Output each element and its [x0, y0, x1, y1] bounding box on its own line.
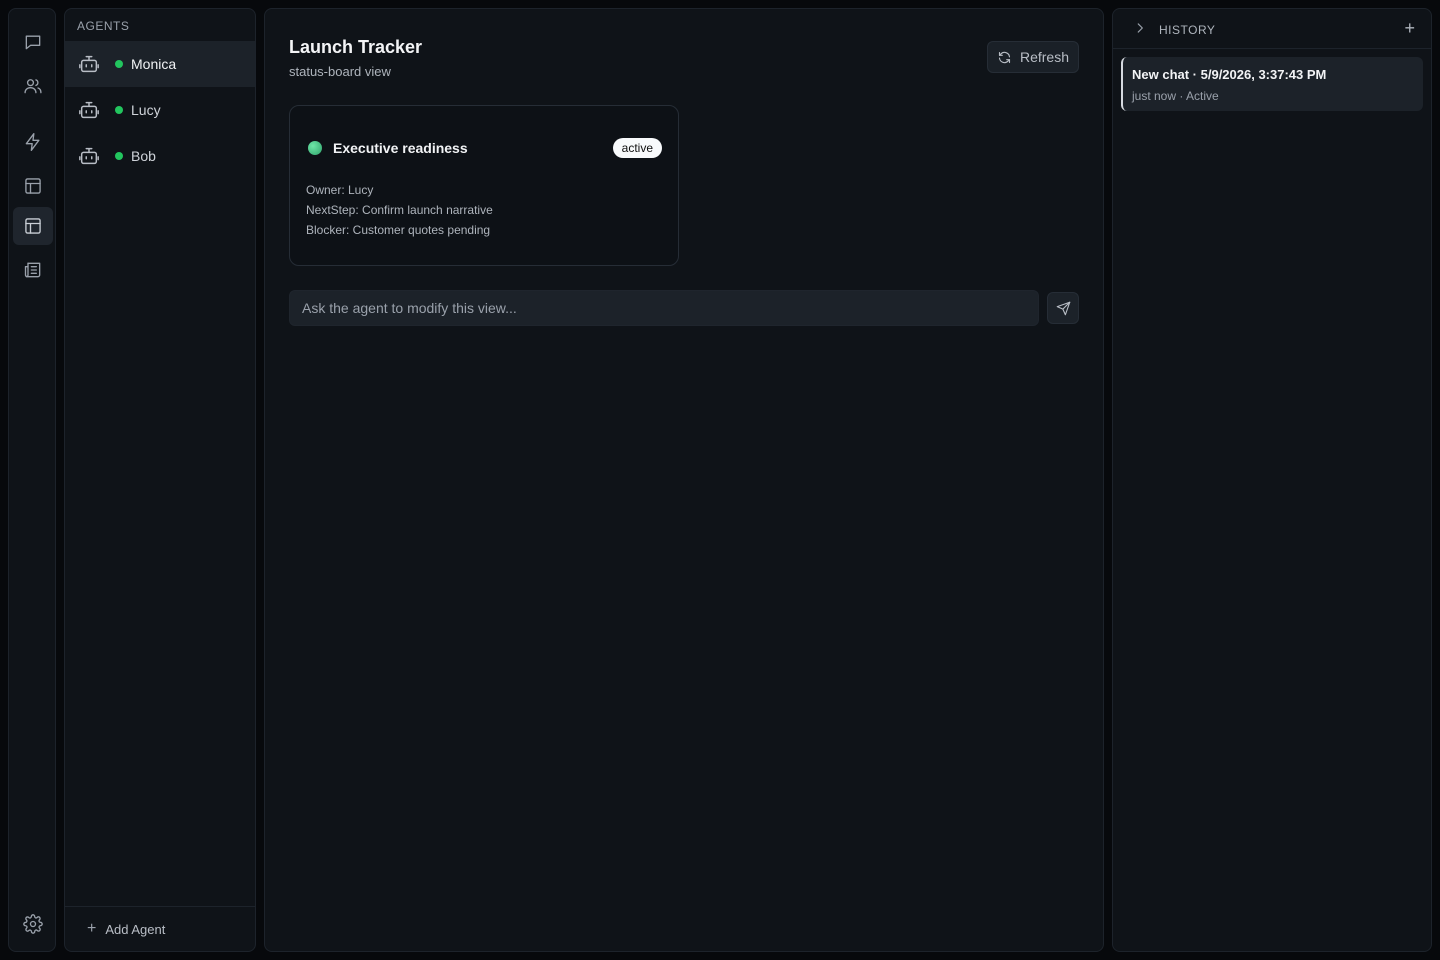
lightning-icon	[25, 133, 40, 151]
status-dot	[115, 60, 123, 68]
agent-item-bob[interactable]: Bob	[65, 133, 255, 179]
chat-icon	[25, 35, 41, 50]
send-button[interactable]	[1047, 292, 1079, 324]
status-card[interactable]: Executive readiness active Owner: Lucy N…	[289, 105, 679, 266]
history-item-title: New chat · 5/9/2026, 3:37:43 PM	[1132, 67, 1327, 82]
agents-panel: AGENTS Monica Lucy Bob + Add Agent	[64, 8, 256, 952]
users-icon	[24, 79, 42, 94]
newspaper-icon	[24, 262, 41, 278]
refresh-label: Refresh	[1019, 49, 1070, 65]
new-chat-button[interactable]: +	[1404, 18, 1415, 39]
layouts-nav-button[interactable]	[13, 167, 53, 205]
chat-nav-button[interactable]	[13, 23, 53, 61]
robot-icon	[79, 101, 99, 119]
page-title: Launch Tracker	[289, 37, 423, 57]
agent-name: Bob	[131, 148, 156, 164]
agent-name: Lucy	[131, 102, 161, 118]
status-indicator	[308, 141, 322, 155]
add-agent-label: Add Agent	[105, 921, 166, 937]
news-nav-button[interactable]	[13, 251, 53, 289]
views-nav-button[interactable]	[13, 207, 53, 245]
card-owner: Owner: Lucy	[306, 183, 374, 197]
status-dot	[115, 106, 123, 114]
agents-footer: + Add Agent	[65, 906, 255, 951]
card-next-step: NextStep: Confirm launch narrative	[306, 203, 493, 217]
layout-icon	[25, 178, 41, 194]
plus-icon: +	[87, 920, 97, 937]
status-badge: active	[612, 138, 662, 158]
agent-item-lucy[interactable]: Lucy	[65, 87, 255, 133]
robot-icon	[79, 147, 99, 165]
add-agent-button[interactable]: + Add Agent	[87, 920, 165, 938]
refresh-button[interactable]: Refresh	[987, 41, 1079, 73]
history-item-meta: just now · Active	[1132, 89, 1219, 103]
agents-heading: AGENTS	[77, 19, 130, 33]
app-window: AGENTS Monica Lucy Bob + Add Agent Launc…	[0, 0, 1440, 960]
icon-rail	[8, 8, 56, 952]
history-heading: HISTORY	[1159, 23, 1216, 37]
chevron-right-icon[interactable]	[1133, 21, 1147, 35]
card-blocker: Blocker: Customer quotes pending	[306, 223, 491, 237]
gear-icon	[23, 914, 43, 934]
history-panel: HISTORY + New chat · 5/9/2026, 3:37:43 P…	[1112, 8, 1432, 952]
card-title: Executive readiness	[333, 140, 468, 156]
main-panel: Launch Tracker status-board view Refresh…	[264, 8, 1104, 952]
refresh-icon	[998, 51, 1011, 63]
automations-nav-button[interactable]	[13, 123, 53, 161]
robot-icon	[79, 55, 99, 73]
agent-item-monica[interactable]: Monica	[65, 41, 255, 87]
settings-button[interactable]	[13, 905, 53, 943]
agent-prompt-input[interactable]	[289, 290, 1039, 326]
history-item[interactable]: New chat · 5/9/2026, 3:37:43 PM just now…	[1121, 57, 1423, 111]
send-icon	[1056, 301, 1070, 315]
users-nav-button[interactable]	[13, 67, 53, 105]
agent-name: Monica	[131, 56, 177, 72]
history-header: HISTORY +	[1113, 9, 1431, 49]
page-subtitle: status-board view	[289, 64, 391, 79]
layout-icon	[25, 218, 41, 234]
status-dot	[115, 152, 123, 160]
